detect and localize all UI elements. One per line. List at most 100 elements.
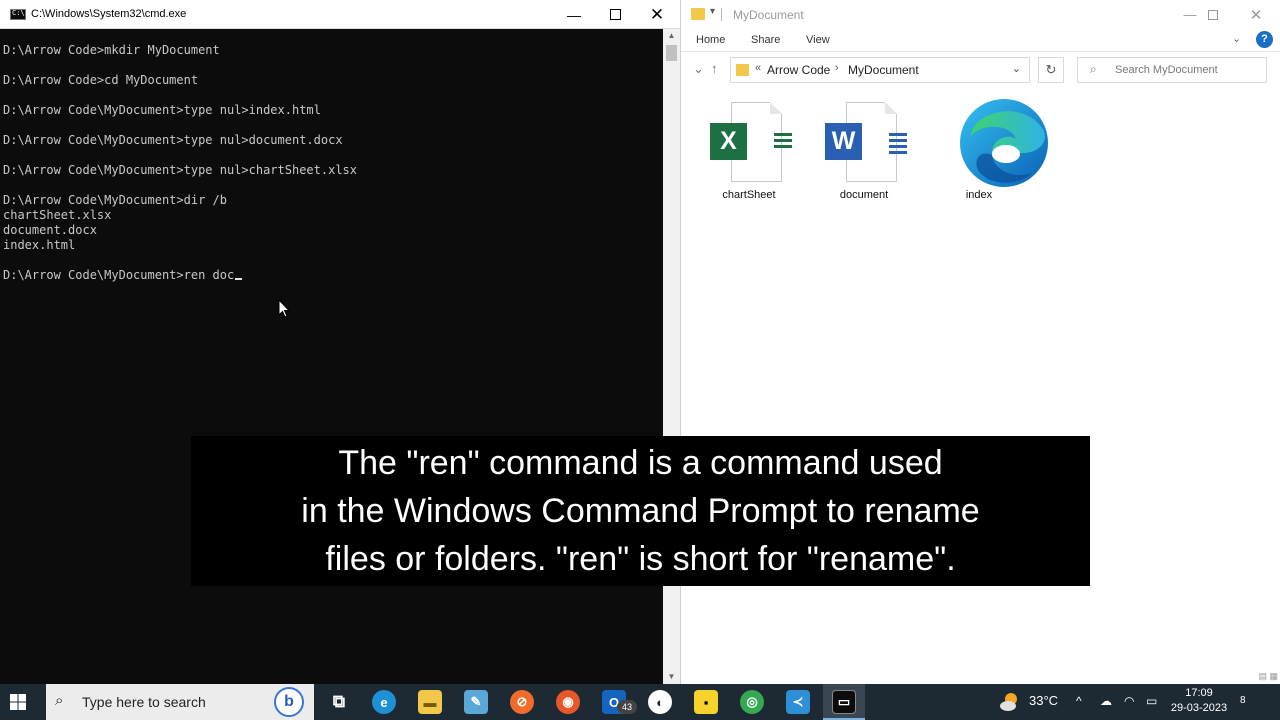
console-line: D:\Arrow Code>mkdir MyDocument — [3, 43, 220, 57]
expand-ribbon-chevron-icon[interactable]: ⌄ — [1232, 32, 1241, 45]
excel-badge: X — [710, 123, 747, 160]
tab-home[interactable]: Home — [696, 34, 725, 46]
caption-line-2: in the Windows Command Prompt to rename — [301, 492, 980, 530]
taskbar-search-placeholder: Type here to search — [82, 694, 206, 710]
cmd-minimize-button[interactable]: — — [551, 0, 597, 29]
weather-temperature[interactable]: 33°C — [1029, 693, 1058, 708]
edge-browser-icon — [960, 99, 1048, 187]
cmd-app-icon-text: C:\ — [12, 9, 25, 17]
scroll-down-icon[interactable]: ▼ — [663, 670, 680, 684]
edge-taskbar-icon[interactable]: e — [372, 690, 396, 714]
explorer-close-button[interactable]: ✕ — [1233, 0, 1279, 29]
file-name-chartsheet: chartSheet — [722, 189, 776, 201]
bing-icon[interactable]: b — [274, 687, 304, 717]
weather-sun-cloud-icon[interactable] — [998, 690, 1022, 714]
console-line: D:\Arrow Code\MyDocument>type nul>chartS… — [3, 163, 358, 177]
battery-icon[interactable]: ▭ — [1146, 694, 1157, 708]
explorer-titlebar[interactable]: ▾ MyDocument — ✕ — [681, 0, 1280, 29]
vscode-taskbar-icon[interactable]: ≺ — [786, 690, 810, 714]
console-cursor — [235, 278, 243, 280]
file-name-index: index — [965, 189, 993, 201]
sticky-notes-taskbar-icon[interactable]: ▪ — [694, 690, 718, 714]
breadcrumb-arrow-code[interactable]: Arrow Code — [767, 63, 830, 77]
task-view-icon[interactable]: ⧉ — [327, 690, 351, 714]
firefox-taskbar-icon[interactable]: ◉ — [556, 690, 580, 714]
clock-date: 29-03-2023 — [1170, 702, 1228, 714]
cmd-maximize-button[interactable] — [592, 0, 638, 29]
mouse-pointer-icon — [278, 299, 290, 318]
view-mode-icons[interactable]: ▤ ▦ — [1258, 671, 1278, 682]
caption-line-3: files or folders. "ren" is short for "re… — [325, 540, 956, 578]
word-badge: W — [825, 123, 862, 160]
file-explorer-taskbar-icon[interactable]: ▬ — [418, 690, 442, 714]
refresh-button[interactable]: ↻ — [1038, 57, 1064, 83]
console-line: chartSheet.xlsx — [3, 208, 112, 222]
system-clock[interactable]: 17:09 29-03-2023 — [1168, 686, 1230, 716]
quick-access-dropdown-icon[interactable]: ▾ — [710, 6, 715, 17]
breadcrumb-separator-icon[interactable]: › — [835, 62, 839, 74]
wifi-icon[interactable]: ◠ — [1124, 694, 1134, 708]
circle-app-taskbar-icon[interactable]: ◐ — [648, 690, 672, 714]
console-line: D:\Arrow Code\MyDocument>ren doc — [3, 268, 663, 283]
cmd-taskbar-icon[interactable]: ▭ — [832, 690, 856, 714]
notepad-taskbar-icon[interactable]: ✎ — [464, 690, 488, 714]
postman-taskbar-icon[interactable]: ⊘ — [510, 690, 534, 714]
explorer-window-title: MyDocument — [733, 8, 804, 22]
maximize-icon — [1208, 9, 1218, 20]
taskbar-search-box[interactable]: ⌕ Type here to search b — [46, 684, 314, 720]
taskbar: ⌕ Type here to search b ⧉ e ▬ ✎ ⊘ ◉ O 43… — [0, 684, 1280, 720]
file-name-document: document — [839, 189, 889, 201]
chrome-taskbar-icon[interactable]: ◎ — [740, 690, 764, 714]
ribbon-bar: Home Share View ⌄ ? — [681, 29, 1280, 52]
titlebar-divider — [721, 8, 722, 21]
console-line: D:\Arrow Code\MyDocument>dir /b — [3, 193, 227, 207]
folder-icon — [691, 8, 705, 20]
cmd-scrollbar-thumb[interactable] — [666, 45, 677, 61]
outlook-unread-badge: 43 — [617, 700, 637, 714]
refresh-icon: ↻ — [1045, 62, 1057, 77]
scroll-up-icon[interactable]: ▲ — [663, 29, 680, 43]
explorer-search-placeholder: Search MyDocument — [1115, 64, 1218, 76]
notification-count: 8 — [1240, 695, 1246, 706]
close-icon: ✕ — [649, 4, 665, 24]
console-line: document.docx — [3, 223, 97, 237]
nav-dropdown-chevron-icon[interactable]: ⌄ — [693, 61, 704, 77]
show-hidden-icons-chevron-icon[interactable]: ^ — [1076, 694, 1082, 708]
search-icon: ⌕ — [1090, 62, 1097, 76]
navigation-bar: ⌄ ↑ « Arrow Code › MyDocument ⌄ ↻ ⌕ Sear… — [681, 52, 1280, 88]
console-line: D:\Arrow Code\MyDocument>type nul>index.… — [3, 103, 321, 117]
help-icon[interactable]: ? — [1256, 31, 1273, 48]
console-line: index.html — [3, 238, 76, 252]
close-icon: ✕ — [1249, 6, 1263, 24]
address-dropdown-chevron-icon[interactable]: ⌄ — [1012, 62, 1021, 75]
caption-line-1: The "ren" command is a command used — [338, 444, 943, 482]
minimize-icon: — — [567, 6, 581, 23]
cmd-titlebar[interactable]: C:\ C:\Windows\System32\cmd.exe — ✕ — [0, 0, 680, 29]
tab-view[interactable]: View — [806, 34, 830, 46]
notification-center-icon[interactable]: 8 — [1240, 692, 1258, 710]
cmd-close-button[interactable]: ✕ — [634, 0, 680, 29]
console-line: D:\Arrow Code>cd MyDocument — [3, 73, 199, 87]
video-caption-overlay: The "ren" command is a command used in t… — [191, 436, 1090, 586]
up-arrow-icon[interactable]: ↑ — [711, 61, 718, 76]
breadcrumb-mydocument[interactable]: MyDocument — [848, 63, 919, 77]
console-line: D:\Arrow Code\MyDocument>type nul>docume… — [3, 133, 343, 147]
desktop: C:\ C:\Windows\System32\cmd.exe — ✕ D:\A… — [0, 0, 1280, 720]
clock-time: 17:09 — [1185, 687, 1213, 699]
onedrive-cloud-icon[interactable]: ☁ — [1100, 694, 1112, 708]
tab-share[interactable]: Share — [751, 34, 780, 46]
explorer-search-box[interactable]: ⌕ Search MyDocument — [1077, 57, 1267, 83]
maximize-icon — [609, 9, 621, 20]
windows-start-icon[interactable] — [8, 692, 28, 712]
explorer-maximize-button[interactable] — [1190, 0, 1236, 29]
address-bar[interactable]: « Arrow Code › MyDocument ⌄ — [730, 57, 1030, 83]
breadcrumb-overflow-icon[interactable]: « — [755, 62, 761, 74]
cmd-window-title: C:\Windows\System32\cmd.exe — [31, 8, 187, 20]
folder-icon — [736, 64, 749, 76]
